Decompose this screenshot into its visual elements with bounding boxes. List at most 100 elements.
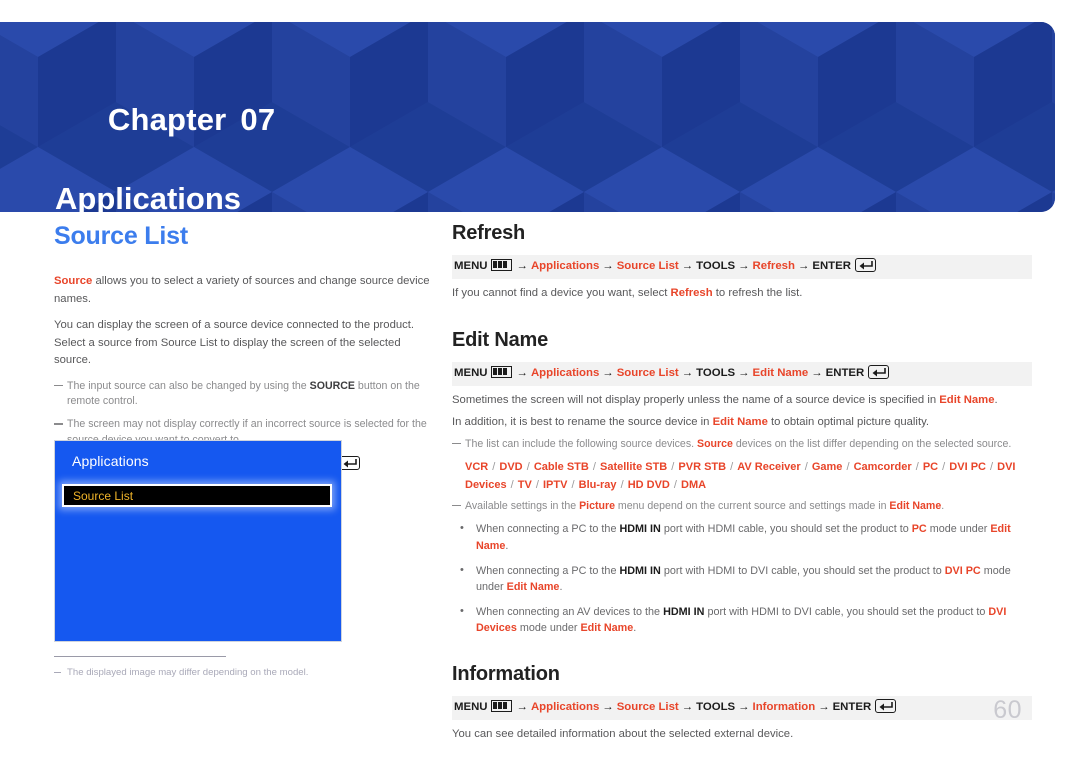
p1-post: . [994, 393, 998, 406]
enter-label: ENTER [832, 700, 872, 713]
note-keyword-source: Source [697, 437, 733, 450]
device-name: Satellite STB [600, 461, 668, 474]
crumb-step-source-list: Source List [616, 366, 679, 379]
edit-name-paragraph-1: Sometimes the screen will not display pr… [452, 392, 1032, 410]
note-pre: The list can include the following sourc… [465, 437, 698, 450]
menu-label: MENU [454, 366, 488, 379]
b-p1: When connecting a PC to the [476, 564, 620, 577]
crumb-step-tools: TOOLS [696, 260, 736, 272]
device-name: Cable STB [533, 461, 589, 474]
arrow-icon: → [811, 366, 823, 379]
device-name: AV Receiver [737, 461, 801, 474]
breadcrumb-information: MENU → Applications → Source List → TOOLS → Info… [452, 695, 1032, 720]
menu-icon [490, 259, 512, 271]
enter-label: ENTER [825, 366, 865, 379]
note-pre: The input source can also be changed by … [67, 379, 310, 392]
page-title: Source List [54, 222, 188, 250]
note-device-list: The list can include the following sourc… [452, 437, 1032, 453]
device-separator: / [727, 461, 737, 474]
b-p1: When connecting an AV devices to the [476, 606, 664, 619]
intro-rest: allows you to select a variety of source… [54, 275, 430, 305]
device-separator: / [801, 461, 811, 474]
note-bold: SOURCE [309, 379, 355, 392]
device-separator: / [617, 478, 627, 491]
breadcrumb-refresh: MENU → Applications → Source List → TOOLS → Refr… [452, 255, 1032, 279]
right-column: Refresh MENU → Applications → Source List → TO… [452, 222, 1032, 752]
device-name: PC [922, 461, 939, 474]
b-b2: PC [911, 523, 927, 536]
b-p3: mode under [926, 523, 991, 536]
left-column: Source List Source allows you to select … [54, 222, 434, 678]
crumb-step-source-list: Source List [616, 260, 679, 272]
enter-icon [875, 698, 897, 713]
crumb-step-applications: Applications [530, 366, 600, 379]
chapter-line: Chapter 07 [55, 62, 275, 178]
arrow-icon: → [681, 700, 694, 713]
b-p4: . [633, 622, 637, 635]
arrow-icon: → [516, 700, 528, 713]
arrow-icon: → [602, 700, 614, 713]
tv-menu-selected-label: Source List [73, 489, 134, 503]
b-p4: . [505, 539, 509, 552]
b-p4: . [559, 581, 563, 594]
note-keyword-picture: Picture [579, 499, 615, 512]
enter-label: ENTER [812, 260, 851, 272]
crumb-step-tools: TOOLS [696, 366, 736, 379]
device-separator: / [589, 461, 599, 474]
section-heading-edit-name: Edit Name [452, 328, 549, 351]
menu-icon [490, 365, 512, 378]
menu-label: MENU [454, 700, 488, 713]
b-p3: mode under [516, 622, 581, 635]
note-post: . [941, 499, 945, 512]
device-separator: / [986, 461, 997, 474]
device-name: Game [811, 461, 843, 474]
note-keyword-edit-name: Edit Name [889, 499, 942, 512]
crumb-step-applications: Applications [530, 260, 600, 272]
device-separator: / [532, 478, 542, 491]
section-heading-information: Information [452, 662, 560, 685]
arrow-icon: → [602, 366, 614, 379]
footnote-divider [54, 656, 226, 657]
b-p1: When connecting a PC to the [476, 523, 620, 536]
section-heading-refresh: Refresh [452, 222, 526, 244]
device-separator: / [670, 478, 681, 491]
chapter-number: 07 [240, 101, 276, 137]
refresh-body-post: to refresh the list. [712, 287, 803, 299]
crumb-step-refresh: Refresh [752, 260, 795, 272]
device-name: TV [517, 478, 532, 491]
enter-icon [854, 258, 876, 272]
device-separator: / [843, 461, 853, 474]
tv-menu-selected-row[interactable]: Source List [62, 484, 332, 507]
device-name: DVD [499, 461, 523, 474]
b-b1: HDMI IN [663, 606, 705, 619]
device-separator: / [568, 478, 578, 491]
page-content: Source List Source allows you to select … [0, 222, 1080, 763]
refresh-body-pre: If you cannot find a device you want, se… [452, 287, 671, 299]
b-p2: port with HDMI cable, you should set the… [660, 523, 912, 536]
tv-menu-screenshot: Applications Source List [54, 440, 342, 642]
information-body: You can see detailed information about t… [452, 727, 794, 740]
breadcrumb-edit-name: MENU → Applications → Source List → TOOLS → Edit… [452, 361, 1032, 386]
chapter-banner: Chapter 07 Applications [0, 22, 1055, 212]
b-b3: Edit Name [580, 622, 634, 635]
menu-label: MENU [454, 260, 488, 272]
chapter-word: Chapter [107, 101, 227, 137]
note-post: devices on the list differ depending on … [732, 437, 1012, 450]
crumb-step-information: Information [752, 700, 816, 713]
b-p2: port with HDMI to DVI cable, you should … [704, 606, 989, 619]
device-separator: / [668, 461, 678, 474]
device-name: PVR STB [678, 461, 727, 474]
note-mid: menu depend on the current source and se… [614, 499, 890, 512]
arrow-icon: → [738, 260, 750, 272]
b-b2: DVI PC [944, 564, 981, 577]
edit-name-paragraph-2: In addition, it is best to rename the so… [452, 414, 1032, 432]
crumb-step-edit-name: Edit Name [752, 366, 809, 379]
arrow-icon: → [738, 366, 750, 379]
arrow-icon: → [602, 260, 614, 272]
crumb-step-tools: TOOLS [696, 700, 736, 713]
note-item: The input source can also be changed by … [54, 379, 434, 411]
crumb-step-applications: Applications [530, 700, 600, 713]
intro-paragraph: Source allows you to select a variety of… [54, 273, 434, 308]
p1-keyword: Edit Name [939, 393, 995, 406]
note-picture-settings: Available settings in the Picture menu d… [452, 499, 1032, 515]
